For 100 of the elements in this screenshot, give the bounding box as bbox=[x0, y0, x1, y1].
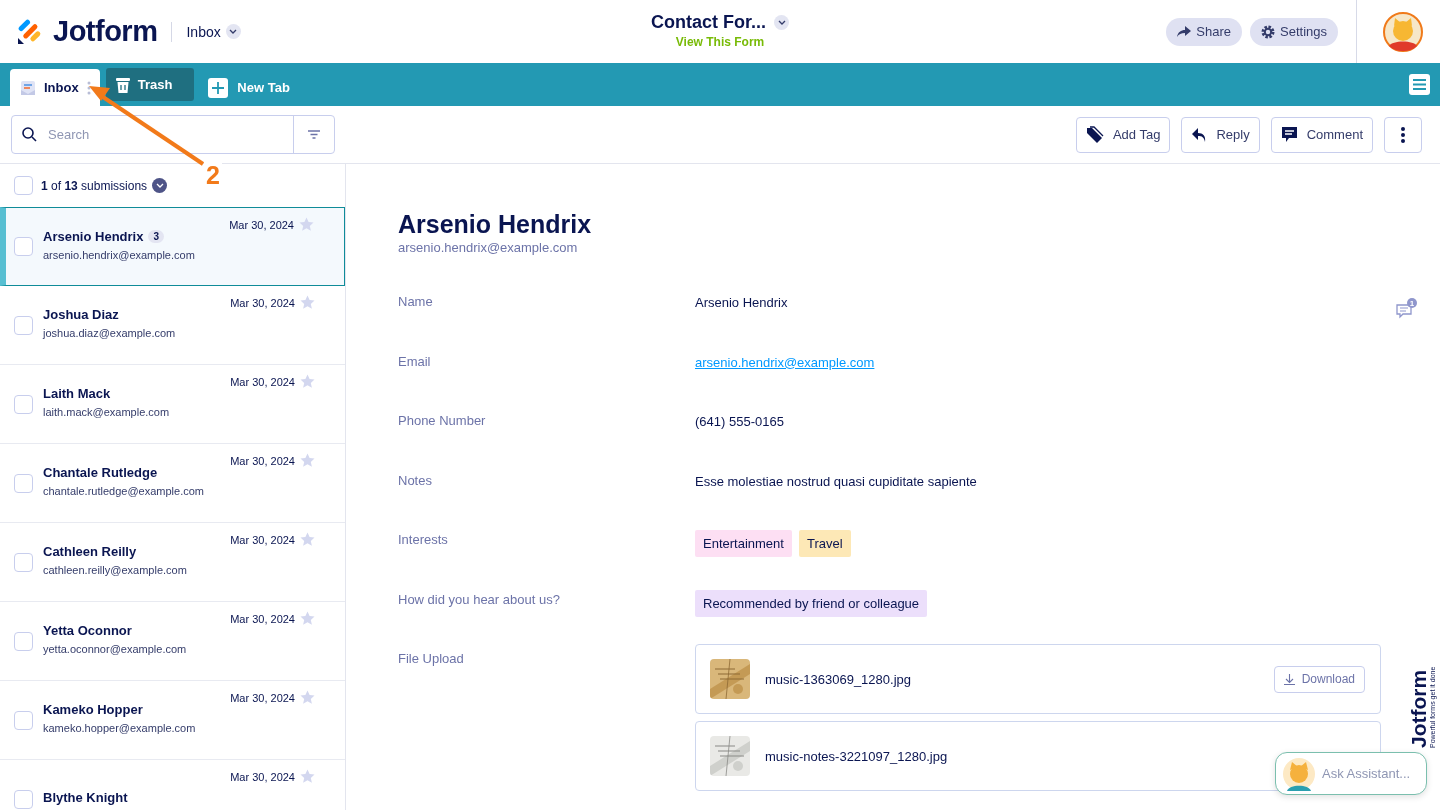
checkbox[interactable] bbox=[14, 789, 33, 809]
filter-icon bbox=[308, 130, 320, 139]
submitter-name: Joshua Diaz bbox=[43, 307, 119, 322]
share-icon bbox=[1177, 25, 1192, 38]
settings-button[interactable]: Settings bbox=[1250, 17, 1338, 46]
submitter-email: arsenio.hendrix@example.com bbox=[43, 248, 195, 261]
comment-button[interactable]: Comment bbox=[1270, 116, 1373, 153]
field-label: Name bbox=[398, 293, 434, 311]
submitter-email: cathleen.reilly@example.com bbox=[43, 564, 187, 576]
submission-item[interactable]: Kameko Hopper kameko.hopper@example.com Mar 30, 2024 bbox=[0, 681, 345, 760]
star-icon[interactable] bbox=[300, 611, 315, 626]
star-icon[interactable] bbox=[300, 374, 315, 389]
chevron-icon bbox=[777, 20, 786, 25]
brand-badge-text[interactable]: Jotform bbox=[1408, 669, 1429, 748]
submission-item[interactable]: Yetta Oconnor yetta.oconnor@example.com Mar 30, 2024 bbox=[0, 602, 345, 681]
star-icon[interactable] bbox=[300, 295, 315, 310]
share-button[interactable]: Share bbox=[1166, 17, 1242, 46]
checkbox[interactable] bbox=[14, 710, 33, 730]
tab[interactable]: Trash bbox=[105, 68, 195, 101]
checkbox[interactable] bbox=[14, 473, 33, 493]
form-title[interactable]: Contact For... bbox=[651, 12, 766, 33]
reply-icon bbox=[1191, 126, 1208, 143]
trash-icon bbox=[115, 76, 130, 93]
checkbox[interactable] bbox=[14, 394, 33, 414]
comment-icon bbox=[1280, 126, 1298, 143]
search-icon bbox=[22, 127, 37, 142]
chevron-icon bbox=[155, 183, 164, 188]
checkbox[interactable] bbox=[14, 631, 33, 651]
more-icon bbox=[1401, 126, 1405, 143]
star-icon[interactable] bbox=[300, 532, 315, 547]
reply-button[interactable]: Reply bbox=[1181, 116, 1260, 153]
tab[interactable]: Inbox bbox=[10, 69, 100, 106]
submission-date: Mar 30, 2024 bbox=[230, 534, 295, 546]
logo-icon bbox=[17, 18, 43, 45]
star-icon[interactable] bbox=[300, 769, 315, 784]
count-dropdown[interactable] bbox=[152, 178, 168, 193]
field-value: Arsenio Hendrix bbox=[695, 295, 788, 310]
tab-options-icon[interactable] bbox=[86, 80, 91, 95]
submitter-name: Blythe Knight bbox=[43, 789, 128, 805]
field-value: (641) 555-0165 bbox=[695, 414, 784, 429]
inbox-icon bbox=[20, 79, 36, 96]
submitter-name-heading: Arsenio Hendrix bbox=[398, 210, 593, 239]
assistant-avatar bbox=[1282, 756, 1316, 791]
field-label: Notes bbox=[398, 471, 433, 490]
star-icon[interactable] bbox=[300, 453, 315, 468]
submission-count: 1 of 13 submissions bbox=[41, 178, 148, 193]
tag: Entertainment bbox=[695, 530, 792, 557]
download-button[interactable]: Download bbox=[1273, 665, 1365, 693]
field-label: Interests bbox=[398, 531, 449, 549]
file-name[interactable]: music-notes-3221097_1280.jpg bbox=[765, 748, 948, 764]
checkbox[interactable] bbox=[14, 552, 33, 572]
checkbox[interactable] bbox=[14, 176, 33, 195]
count-badge: 3 bbox=[148, 229, 164, 243]
submission-date: Mar 30, 2024 bbox=[230, 297, 295, 309]
field-label: Phone Number bbox=[398, 412, 487, 430]
submission-item[interactable]: Blythe Knight Mar 30, 2024 bbox=[0, 760, 345, 810]
add-tag-button[interactable]: Add Tag bbox=[1075, 116, 1171, 153]
more-button[interactable] bbox=[1384, 116, 1422, 153]
submitter-email: joshua.diaz@example.com bbox=[43, 327, 176, 339]
submitter-email: laith.mack@example.com bbox=[43, 406, 170, 418]
field-label: How did you hear about us? bbox=[398, 590, 561, 609]
checkbox[interactable] bbox=[14, 237, 33, 256]
submission-date: Mar 30, 2024 bbox=[230, 771, 295, 783]
avatar[interactable] bbox=[1383, 11, 1423, 52]
logo-text: Jotform bbox=[53, 15, 158, 48]
submission-date: Mar 30, 2024 bbox=[230, 376, 295, 388]
search-bar[interactable]: Search bbox=[11, 115, 335, 154]
submitter-email: arsenio.hendrix@example.com bbox=[398, 240, 579, 255]
submission-date: Mar 30, 2024 bbox=[230, 455, 295, 467]
tag: Recommended by friend or colleague bbox=[695, 589, 928, 617]
menu-icon bbox=[1413, 79, 1426, 90]
download-icon bbox=[1283, 673, 1295, 685]
submission-item[interactable]: Laith Mack laith.mack@example.com Mar 30, 2024 bbox=[0, 365, 345, 444]
plus-icon bbox=[212, 81, 225, 94]
submission-item[interactable]: Chantale Rutledge chantale.rutledge@example.com Mar 30, 2024 bbox=[0, 444, 345, 523]
star-icon[interactable] bbox=[299, 217, 314, 232]
tag: Travel bbox=[798, 530, 851, 557]
submitter-name: Kameko Hopper bbox=[43, 702, 143, 717]
settings-icon bbox=[1261, 24, 1275, 39]
submitter-name: Chantale Rutledge bbox=[43, 465, 158, 480]
tag-icon bbox=[1085, 125, 1104, 144]
checkbox[interactable] bbox=[14, 315, 33, 335]
submission-item[interactable]: Cathleen Reilly cathleen.reilly@example.com Mar 30, 2024 bbox=[0, 523, 345, 602]
comment-count: 1 bbox=[1409, 299, 1415, 308]
submitter-email: kameko.hopper@example.com bbox=[43, 722, 196, 734]
submitter-name: Laith Mack bbox=[43, 386, 111, 401]
submission-date: Mar 30, 2024 bbox=[229, 219, 294, 231]
submission-item[interactable]: Arsenio Hendrix 3 arsenio.hendrix@example.com Mar 30, 2024 bbox=[0, 207, 345, 286]
submission-date: Mar 30, 2024 bbox=[230, 692, 295, 704]
search-field[interactable]: Search bbox=[46, 126, 250, 143]
submission-item[interactable]: Joshua Diaz joshua.diaz@example.com Mar 30, 2024 bbox=[0, 286, 345, 365]
submission-date: Mar 30, 2024 bbox=[230, 613, 295, 625]
file-name[interactable]: music-1363069_1280.jpg bbox=[765, 671, 911, 687]
section-dropdown[interactable]: Inbox bbox=[186, 23, 241, 40]
star-icon[interactable] bbox=[300, 690, 315, 705]
submitter-name: Cathleen Reilly bbox=[43, 544, 137, 559]
field-label: Email bbox=[398, 352, 432, 371]
menu-button[interactable] bbox=[1409, 74, 1430, 95]
submitter-email: yetta.oconnor@example.com bbox=[43, 643, 187, 655]
submitter-name: Arsenio Hendrix bbox=[43, 228, 144, 244]
